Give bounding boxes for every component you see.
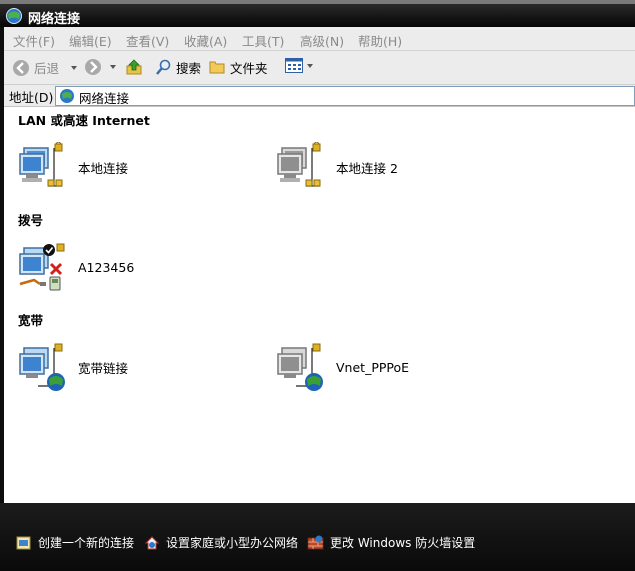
connection-name: 宽带链接 (78, 360, 129, 376)
connection-name: 本地连接 2 (336, 160, 398, 176)
dialup-connection-icon (19, 243, 65, 291)
task-create-connection[interactable]: 创建一个新的连接 (16, 534, 134, 551)
group-title-lan: LAN 或高速 Internet (18, 113, 150, 128)
connection-item-dialup[interactable]: A123456 (18, 242, 134, 292)
folders-button[interactable]: 文件夹 (209, 58, 268, 77)
connection-item-vnet[interactable]: Vnet_PPPoE (276, 342, 409, 392)
menu-view[interactable]: 查看(V) (126, 31, 169, 50)
menu-tools[interactable]: 工具(T) (242, 31, 284, 50)
forward-dropdown-icon[interactable] (110, 65, 116, 69)
menu-favorites[interactable]: 收藏(A) (184, 31, 227, 50)
menu-advanced[interactable]: 高级(N) (300, 31, 344, 50)
back-button[interactable]: 后退 (12, 58, 78, 77)
window-title: 网络连接 (28, 12, 81, 27)
up-folder-button[interactable] (126, 58, 144, 76)
back-label: 后退 (34, 61, 60, 76)
menu-edit[interactable]: 编辑(E) (69, 31, 112, 50)
views-dropdown-icon[interactable] (307, 63, 313, 68)
title-bar[interactable]: 网络连接 (0, 4, 635, 27)
up-folder-icon (126, 59, 142, 75)
menu-help[interactable]: 帮助(H) (358, 31, 402, 50)
connections-pane: LAN 或高速 Internet 本地连接 本地连接 2 拨号 A123456 … (4, 107, 635, 503)
address-label: 地址(D) (9, 90, 54, 105)
search-label: 搜索 (176, 61, 202, 76)
network-connections-icon (6, 8, 22, 24)
home-network-icon (144, 535, 160, 549)
connection-item-local-1[interactable]: 本地连接 (18, 142, 128, 192)
group-title-dialup: 拨号 (18, 213, 44, 228)
broadband-connection-icon (19, 343, 65, 391)
new-connection-icon (16, 536, 31, 549)
task-home-network[interactable]: 设置家庭或小型办公网络 (144, 534, 298, 551)
views-button[interactable] (285, 58, 313, 73)
back-arrow-icon (13, 59, 29, 76)
folders-label: 文件夹 (230, 61, 268, 76)
task-firewall-settings[interactable]: 更改 Windows 防火墙设置 (307, 534, 475, 551)
connection-name: Vnet_PPPoE (336, 359, 410, 375)
views-icon (285, 58, 303, 73)
group-title-broadband: 宽带 (18, 313, 44, 328)
folder-icon (209, 61, 225, 74)
broadband-connection-disabled-icon (277, 343, 323, 391)
address-field[interactable]: 网络连接 (55, 86, 635, 106)
back-dropdown-icon[interactable] (71, 65, 78, 70)
connection-name: A123456 (78, 259, 135, 275)
forward-button[interactable] (84, 58, 116, 76)
forward-arrow-icon (85, 59, 101, 75)
search-button[interactable]: 搜索 (155, 58, 201, 77)
connection-item-local-2[interactable]: 本地连接 2 (276, 142, 398, 192)
network-tasks-bar: 创建一个新的连接 设置家庭或小型办公网络 更改 Windows 防火墙设置 (0, 503, 635, 571)
menu-file[interactable]: 文件(F) (13, 31, 55, 50)
search-icon (156, 59, 171, 75)
lan-connection-disabled-icon (277, 142, 321, 187)
lan-connection-icon (19, 142, 63, 187)
toolbar: 后退 搜索 文件夹 (4, 51, 635, 85)
connection-item-broadband[interactable]: 宽带链接 (18, 342, 128, 392)
explorer-window: 文件(F) 编辑(E) 查看(V) 收藏(A) 工具(T) 高级(N) 帮助(H… (4, 27, 635, 503)
address-bar: 地址(D) 网络连接 (4, 85, 635, 107)
address-value: 网络连接 (79, 91, 130, 106)
network-globe-icon (60, 89, 74, 103)
menu-bar: 文件(F) 编辑(E) 查看(V) 收藏(A) 工具(T) 高级(N) 帮助(H… (4, 27, 635, 51)
firewall-icon (307, 535, 324, 549)
connection-name: 本地连接 (78, 160, 129, 176)
